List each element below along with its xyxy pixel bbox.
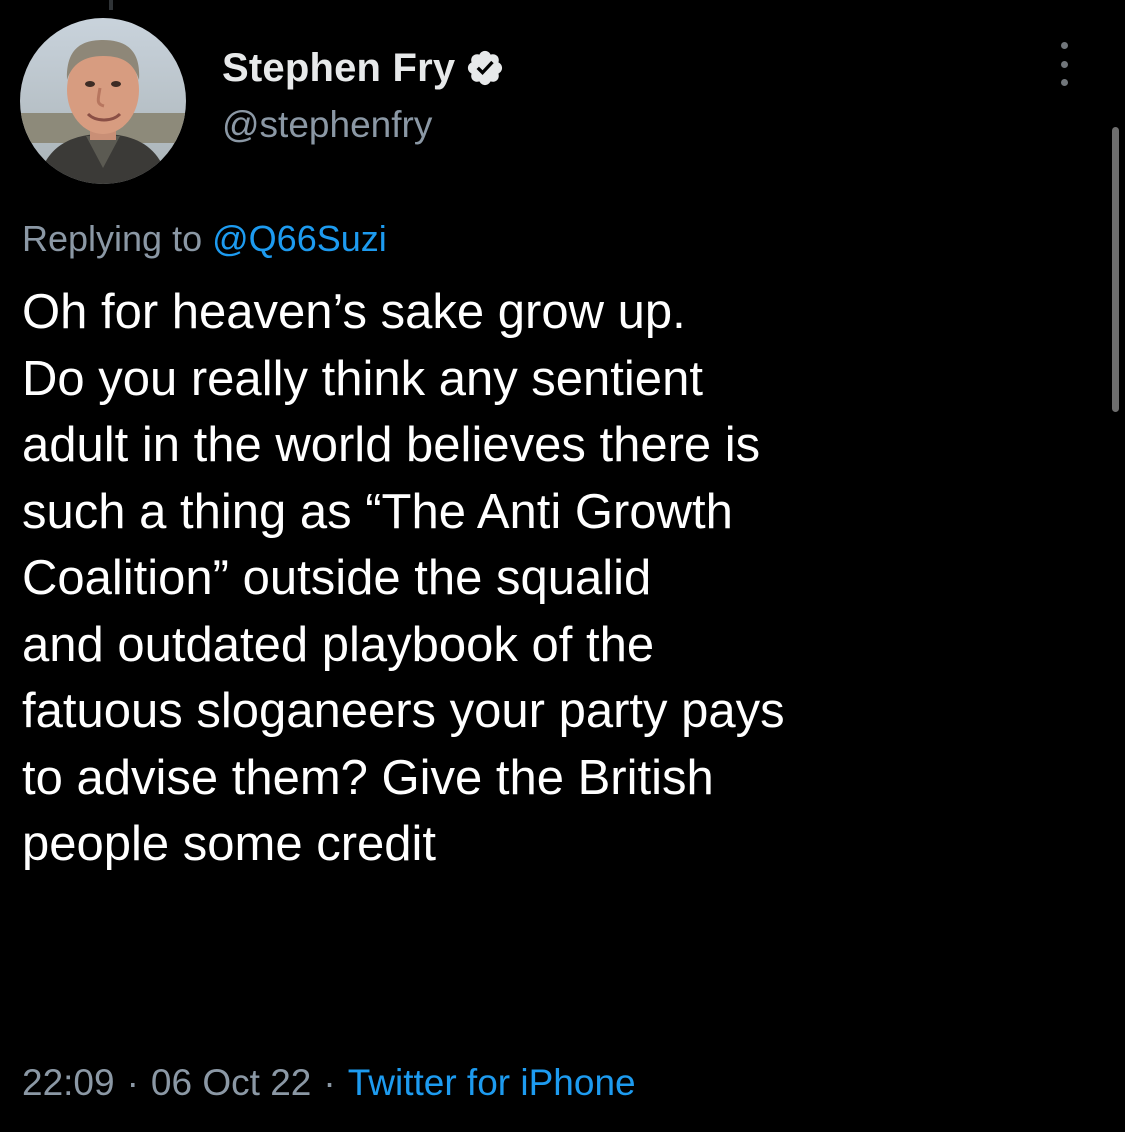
meta-separator: · [126,1062,139,1103]
tweet-text-line: such a thing as “The Anti Growth [22,484,733,539]
tweet-text-line: and outdated playbook of the [22,617,655,672]
tweet-metadata: 22:09 · 06 Oct 22 · Twitter for iPhone [22,1062,636,1104]
replying-to-mention-link[interactable]: @Q66Suzi [212,218,387,259]
verified-badge-icon [465,48,505,88]
tweet-text-line: Coalition” outside the squalid [22,551,652,605]
tweet-text: Oh for heaven’s sake grow up. Do you rea… [22,279,1092,878]
tweet-text-line: people some credit [22,817,437,871]
more-options-button[interactable] [1046,42,1082,86]
author-name-row: Stephen Fry [222,40,505,96]
tweet-text-line: fatuous sloganeers your party pays [22,684,785,738]
avatar[interactable] [20,18,186,184]
author-display-name[interactable]: Stephen Fry [222,46,455,91]
scrollbar-thumb[interactable] [1112,127,1119,412]
more-options-dot-icon [1060,60,1068,68]
replying-to-label: Replying to [22,218,203,259]
more-options-dot-icon [1060,79,1068,86]
tweet-text-line: Oh for heaven’s sake grow up. [22,285,686,339]
replying-to-line: Replying to @Q66Suzi [22,218,387,260]
author-handle[interactable]: @stephenfry [222,104,505,146]
tweet-time[interactable]: 22:09 [22,1062,115,1103]
profile-photo-icon [20,18,186,184]
tweet-date[interactable]: 06 Oct 22 [151,1062,311,1103]
tweet-source-link[interactable]: Twitter for iPhone [348,1062,636,1103]
more-options-dot-icon [1060,42,1068,49]
tweet-text-line: Do you really think any sentient [22,351,703,406]
tweet-text-line: to advise them? Give the British [22,750,714,805]
tweet-author: Stephen Fry @stephenfry [222,40,505,146]
meta-separator: · [323,1062,336,1103]
thread-connector-line [109,0,113,10]
tweet-text-line: adult in the world believes there is [22,418,761,472]
